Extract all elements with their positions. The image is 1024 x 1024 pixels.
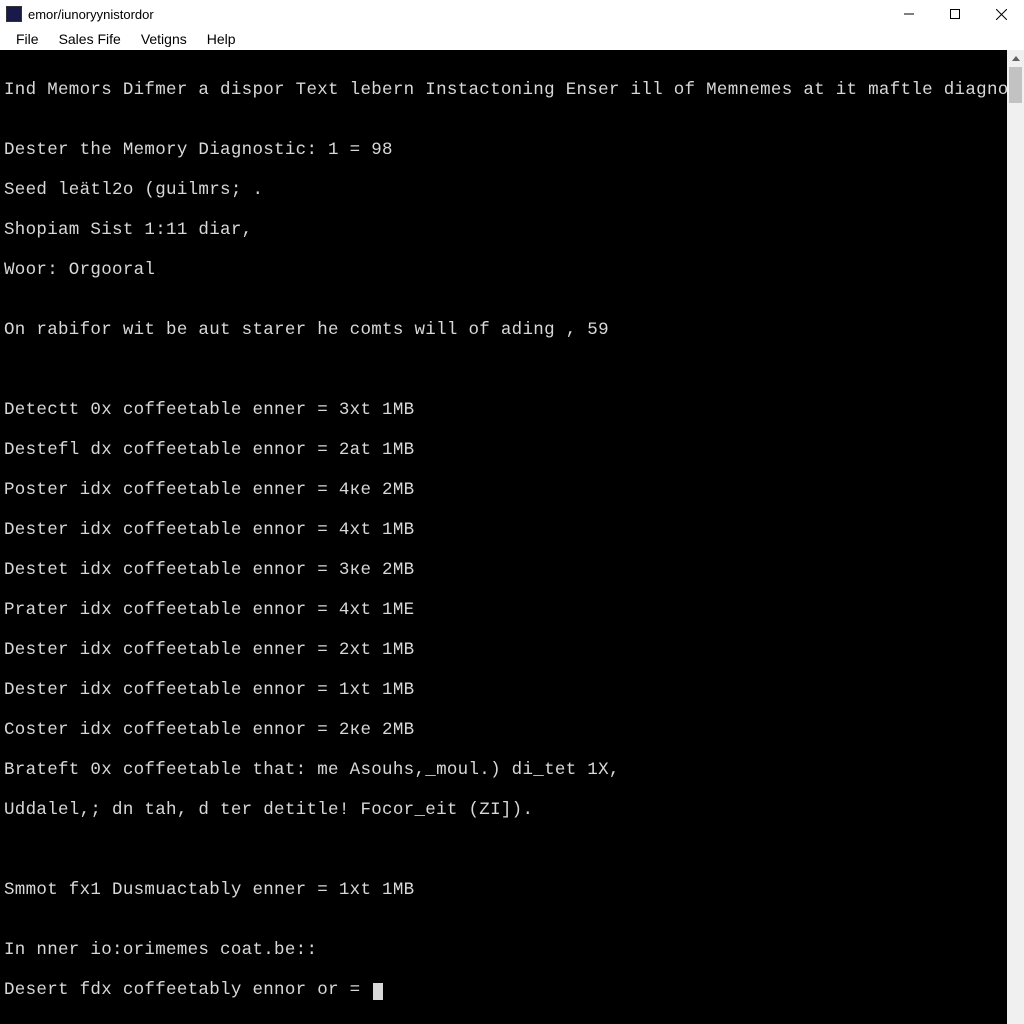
close-button[interactable] — [978, 0, 1024, 28]
terminal-line: Destefl dx coffeetable ennor = 2at 1MB — [4, 440, 1003, 460]
terminal-prompt-line: Desert fdx coffeetably ennor or = — [4, 980, 1003, 1000]
minimize-icon — [904, 9, 914, 19]
app-icon — [6, 6, 22, 22]
terminal-output[interactable]: Ind Memors Difmer a dispor Text lebern I… — [0, 50, 1007, 1024]
maximize-icon — [950, 9, 960, 19]
terminal-line: Prater idx coffeetable ennor = 4xt 1ME — [4, 600, 1003, 620]
terminal-line: Dester idx coffeetable ennor = 1xt 1MB — [4, 680, 1003, 700]
terminal-line: Brateft 0x coffeetable that: me Asouhs,_… — [4, 760, 1003, 780]
maximize-button[interactable] — [932, 0, 978, 28]
terminal-container: Ind Memors Difmer a dispor Text lebern I… — [0, 50, 1024, 1024]
menu-help[interactable]: Help — [197, 28, 246, 50]
terminal-line: Ind Memors Difmer a dispor Text lebern I… — [4, 80, 1003, 100]
terminal-line: Dester idx coffeetable enner = 2xt 1MB — [4, 640, 1003, 660]
window-title: emor/iunoryynistordor — [28, 7, 886, 22]
scroll-thumb[interactable] — [1009, 67, 1022, 103]
terminal-line: Detectt 0x coffeetable enner = 3xt 1MB — [4, 400, 1003, 420]
menu-sales-fife[interactable]: Sales Fife — [49, 28, 131, 50]
terminal-cursor — [373, 983, 383, 1000]
terminal-line: Woor: Orgooral — [4, 260, 1003, 280]
terminal-prompt-text: Desert fdx coffeetably ennor or = — [4, 980, 371, 1000]
terminal-line: Poster idx coffeetable enner = 4ке 2MB — [4, 480, 1003, 500]
vertical-scrollbar[interactable] — [1007, 50, 1024, 1024]
minimize-button[interactable] — [886, 0, 932, 28]
app-window: emor/iunoryynistordor File Sales Fife Ve… — [0, 0, 1024, 1024]
terminal-line: Shopiam Sist 1:11 diar, — [4, 220, 1003, 240]
terminal-line: Uddalel,; dn tah, d ter detitle! Focor_e… — [4, 800, 1003, 820]
terminal-line: Destet idx coffeetable ennor = 3ке 2MB — [4, 560, 1003, 580]
menu-vetigns[interactable]: Vetigns — [131, 28, 197, 50]
terminal-line: Coster idx coffeetable ennor = 2ке 2MB — [4, 720, 1003, 740]
scroll-up-button[interactable] — [1007, 50, 1024, 67]
menu-file[interactable]: File — [6, 28, 49, 50]
terminal-line: Seed leätl2o (guilmrs; . — [4, 180, 1003, 200]
terminal-line: Dester idx coffeetable ennor = 4xt 1MB — [4, 520, 1003, 540]
terminal-line: Smmot fx1 Dusmuactably enner = 1xt 1MB — [4, 880, 1003, 900]
close-icon — [996, 9, 1007, 20]
menubar: File Sales Fife Vetigns Help — [0, 28, 1024, 50]
window-controls — [886, 0, 1024, 28]
chevron-up-icon — [1012, 56, 1020, 61]
titlebar[interactable]: emor/iunoryynistordor — [0, 0, 1024, 28]
terminal-line: Dester the Memory Diagnostic: 1 = 98 — [4, 140, 1003, 160]
terminal-line: In nner io:orimemes coat.be:: — [4, 940, 1003, 960]
terminal-line: On rabifor wit be aut starer he comts wi… — [4, 320, 1003, 340]
